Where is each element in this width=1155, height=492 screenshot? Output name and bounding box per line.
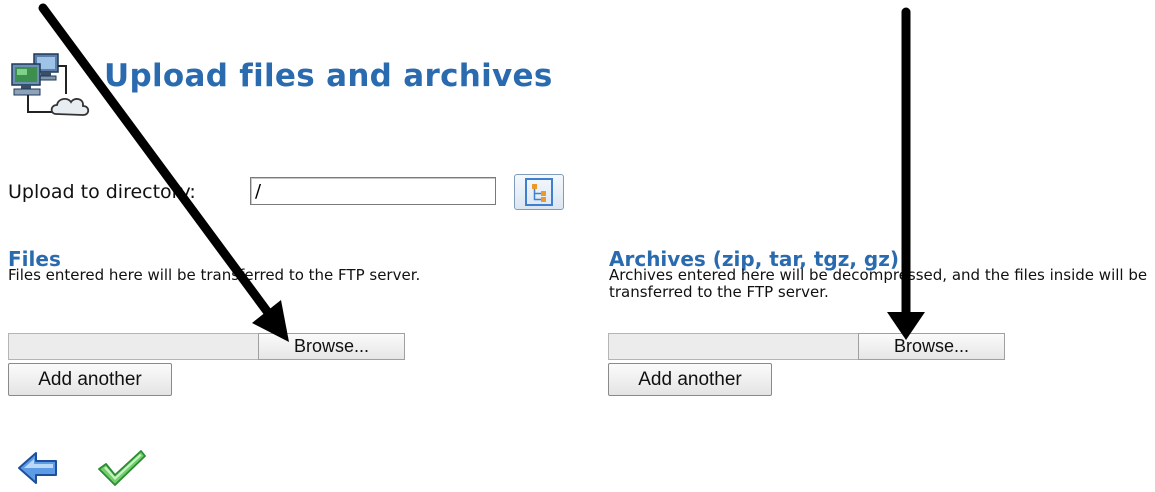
- files-add-another-button[interactable]: Add another: [8, 363, 172, 396]
- files-section-description: Files entered here will be transferred t…: [8, 266, 421, 284]
- archives-browse-button[interactable]: Browse...: [858, 333, 1005, 360]
- files-browse-button[interactable]: Browse...: [258, 333, 405, 360]
- archive-path-field[interactable]: [608, 333, 860, 360]
- archives-add-another-button[interactable]: Add another: [608, 363, 772, 396]
- browse-directory-button[interactable]: [514, 174, 564, 210]
- checkmark-icon[interactable]: [96, 448, 148, 488]
- directory-tree-icon: [515, 178, 563, 213]
- page-title: Upload files and archives: [104, 58, 553, 94]
- upload-directory-label: Upload to directory:: [8, 181, 196, 203]
- upload-directory-input[interactable]: [250, 177, 496, 205]
- network-computers-cloud-icon: [8, 52, 98, 122]
- archives-section-description: Archives entered here will be decompress…: [609, 266, 1148, 301]
- back-arrow-icon[interactable]: [16, 450, 60, 486]
- file-path-field[interactable]: [8, 333, 260, 360]
